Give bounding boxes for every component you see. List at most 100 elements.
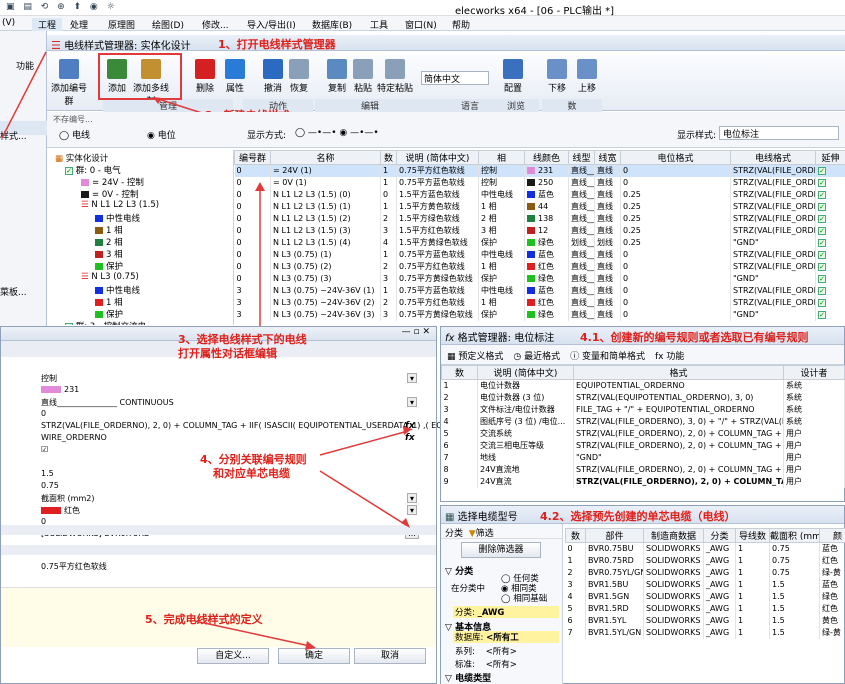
tree-node[interactable]: 保护 [55, 308, 233, 320]
menu-item-10[interactable]: 帮助 [452, 18, 470, 31]
group-checkbox[interactable]: ✓ [65, 167, 73, 175]
cable-row[interactable]: 5 BVR1.5RD SOLIDWORKS _AWG 1 1.5 红色 [565, 602, 845, 615]
format-header[interactable]: 格式 [573, 365, 784, 380]
table-row[interactable]: 3N L3 (0.75) ~24V-36V (3) 3 0.75平方黄绿色软线 保护绿… [234, 308, 845, 321]
wire-style-tree[interactable]: ▦ 实体化设计 ✓ 群: 0 - 电气 = 24V - 控制 = 0V - 控制 ☰ N… [47, 150, 234, 325]
menu-item-2[interactable]: 处理 [70, 18, 88, 31]
property-row[interactable]: 0 [1, 409, 421, 421]
format-row[interactable]: 5 交流系统 STRZ(VAL(FILE_ORDERNO), 2, 0) + COL… [441, 427, 845, 440]
category-radios[interactable]: ◯ 任何类 ◉ 相同类 ◯ 相同基础 [501, 574, 547, 604]
cable-header[interactable]: 导线数 [735, 528, 770, 543]
format-tab-2[interactable]: ⓘ 变量和简单格式 [570, 352, 645, 362]
menu-item-3[interactable]: 原理图 [108, 18, 135, 31]
redo-button[interactable]: 恢复 [279, 59, 319, 94]
format-row[interactable]: 3 文件标注/电位计数器 FILE_TAG + "/" + EQUIPOTENTIA… [441, 403, 845, 416]
move-up-button[interactable]: 上移 [567, 59, 607, 94]
extend-checkbox[interactable]: ✓ [818, 275, 826, 283]
tree-node[interactable]: = 24V - 控制 [55, 176, 233, 188]
cable-header[interactable]: 制造商数据 [643, 528, 704, 543]
extend-checkbox[interactable]: ✓ [818, 191, 826, 199]
table-row[interactable]: 0= 0V (1)10.75平方蓝色软线控制250直线___直线0STRZ(VA… [234, 176, 845, 189]
tree-node[interactable]: ☰ N L1 L2 L3 (1.5) [55, 200, 233, 212]
extend-checkbox[interactable]: ✓ [818, 251, 826, 259]
grid-header[interactable]: 线型 [568, 150, 595, 165]
menu-item-4[interactable]: 绘图(D) [152, 18, 184, 31]
menu-item-0[interactable]: (V) [2, 18, 15, 28]
table-row[interactable]: 0= 24V (1)10.75平方红色软线控制231直线___直线0STRZ(V… [234, 164, 845, 177]
format-row[interactable]: 8 24V直流地 STRZ(VAL(FILE_ORDERNO), 2, 0) + C… [441, 463, 845, 476]
extend-checkbox[interactable]: ✓ [818, 215, 826, 223]
cable-row[interactable]: 3 BVR1.5BU SOLIDWORKS _AWG 1 1.5 蓝色 [565, 578, 845, 591]
tree-node[interactable]: 1 相 [55, 296, 233, 308]
table-row[interactable]: 0N L3 (0.75) (2)20.75平方红色软线1 相红色直线___直线0… [234, 260, 845, 273]
cable-header[interactable]: 数 [565, 528, 586, 543]
menu-item-8[interactable]: 工具 [370, 18, 388, 31]
cable-header[interactable]: 截面积 (mm2) [769, 528, 820, 543]
tree-node[interactable]: 3 相 [55, 248, 233, 260]
display-style-select[interactable]: 电位标注 [719, 126, 839, 140]
language-select[interactable]: 简体中文 [421, 71, 489, 85]
group-checkbox[interactable]: ✓ [65, 323, 73, 325]
format-row[interactable]: 1 电位计数器 EQUIPOTENTIAL_ORDERNO 系统 [441, 379, 845, 392]
menu-item-9[interactable]: 窗口(N) [405, 18, 437, 31]
standard-field[interactable]: 标准: <所有> [455, 658, 517, 670]
format-row[interactable]: 2 电位计数器 (3 位) STRZ(VAL(EQUIPOTENTIAL_ORDER… [441, 391, 845, 404]
cable-row[interactable]: 6 BVR1.5YL SOLIDWORKS _AWG 1 1.5 黄色 [565, 614, 845, 627]
format-header[interactable]: 说明 (简体中文) [477, 365, 574, 380]
dropdown-arrow-icon[interactable]: ▾ [407, 397, 417, 407]
extend-checkbox[interactable]: ✓ [818, 203, 826, 211]
format-row[interactable]: 4 图纸序号 (3 位) /电位... STRZ(VAL(FILE_ORDERNO)… [441, 415, 845, 428]
add-group-button[interactable]: 添加编号群 [49, 59, 89, 107]
grid-header[interactable]: 名称 [270, 150, 381, 165]
tree-node[interactable]: ✓ 群: 0 - 电气 [55, 164, 233, 176]
extend-checkbox[interactable]: ✓ [818, 299, 826, 307]
tree-node[interactable]: 1 相 [55, 224, 233, 236]
grid-header[interactable]: 说明 (简体中文) [396, 150, 479, 165]
format-header[interactable]: 设计者 [783, 365, 845, 380]
configure-button[interactable]: 配置 [493, 59, 533, 94]
property-row[interactable]: 0.75平方红色软线 [1, 561, 421, 573]
table-row[interactable]: 0N L1 L2 L3 (1.5) (4)41.5平方黄绿色软线保护绿色划线__… [234, 236, 845, 249]
format-row[interactable]: 9 24V直流 STRZ(VAL(FILE_ORDERNO), 2, 0) + CO… [441, 475, 845, 488]
menu-item-6[interactable]: 导入/导出(I) [247, 18, 296, 31]
table-row[interactable]: 0N L1 L2 L3 (1.5) (2) 2 1.5平方绿色软线 2 相 138 直线_… [234, 212, 845, 225]
grid-header[interactable]: 延伸 [815, 150, 845, 165]
tree-node[interactable]: ☰ N L3 (0.75) [55, 272, 233, 284]
grid-header[interactable]: 线宽 [594, 150, 621, 165]
table-row[interactable]: 0N L1 L2 L3 (1.5) (3)31.5平方红色软线3 相12直线__… [234, 224, 845, 237]
extend-checkbox[interactable]: ✓ [818, 167, 826, 176]
grid-header[interactable]: 电位格式 [620, 150, 731, 165]
cable-tabs[interactable]: 分类 ▼筛选 [441, 524, 562, 539]
property-row[interactable]: 231 [1, 385, 421, 397]
delete-filter-button[interactable]: 删除筛选器 [461, 542, 541, 558]
template-menu[interactable]: 菜板... [0, 285, 27, 298]
tree-node[interactable]: ▦ 实体化设计 [55, 152, 233, 164]
tree-node[interactable]: 保护 [55, 260, 233, 272]
table-row[interactable]: 0N L1 L2 L3 (1.5) (0) 0 1.5平方蓝色软线 中性电线 蓝色 直线_… [234, 188, 845, 201]
display-mode-radios[interactable]: ◯ —•—• ◉ —•—• [295, 128, 379, 138]
cable-header[interactable]: 部件 [585, 528, 644, 543]
grid-header[interactable]: 电线格式 [730, 150, 816, 165]
grid-header[interactable]: 线颜色 [524, 150, 569, 165]
extend-checkbox[interactable]: ✓ [818, 227, 826, 235]
category-value[interactable]: 分类: _AWG [453, 606, 559, 618]
radio-wire[interactable]: ◯ 电线 [59, 128, 90, 141]
menu-item-5[interactable]: 修改... [202, 18, 229, 31]
table-row[interactable]: 3N L3 (0.75) ~24V-36V (1) 1 0.75平方蓝色软线 中性电线… [234, 284, 845, 297]
table-row[interactable]: 0N L1 L2 L3 (1.5) (1)11.5平方黄色软线1 相44直线__… [234, 200, 845, 213]
format-row[interactable]: 6 交流三相电压等级 STRZ(VAL(FILE_ORDERNO), 2, 0) +… [441, 439, 845, 452]
properties-button[interactable]: 属性 [215, 59, 255, 94]
format-header[interactable]: 数 [441, 365, 478, 380]
tree-node[interactable]: = 0V - 控制 [55, 188, 233, 200]
grid-header[interactable]: 数 [380, 150, 397, 165]
extend-checkbox[interactable]: ✓ [818, 287, 826, 295]
table-row[interactable]: 3N L3 (0.75) ~24V-36V (2) 2 0.75平方红色软线 1 相红… [234, 296, 845, 309]
cable-header[interactable]: 颜 [819, 528, 845, 543]
extend-checkbox[interactable]: ✓ [818, 311, 826, 319]
format-tab-3[interactable]: fx 功能 [655, 352, 684, 362]
format-tab-1[interactable]: ◷ 最近格式 [513, 352, 560, 362]
table-row[interactable]: 0N L3 (0.75) (3)30.75平方黄绿色软线保护绿色直线___直线0… [234, 272, 845, 285]
grid-header[interactable]: 编号群 [234, 150, 271, 165]
extend-checkbox[interactable]: ✓ [818, 263, 826, 271]
tree-node[interactable]: 中性电线 [55, 212, 233, 224]
